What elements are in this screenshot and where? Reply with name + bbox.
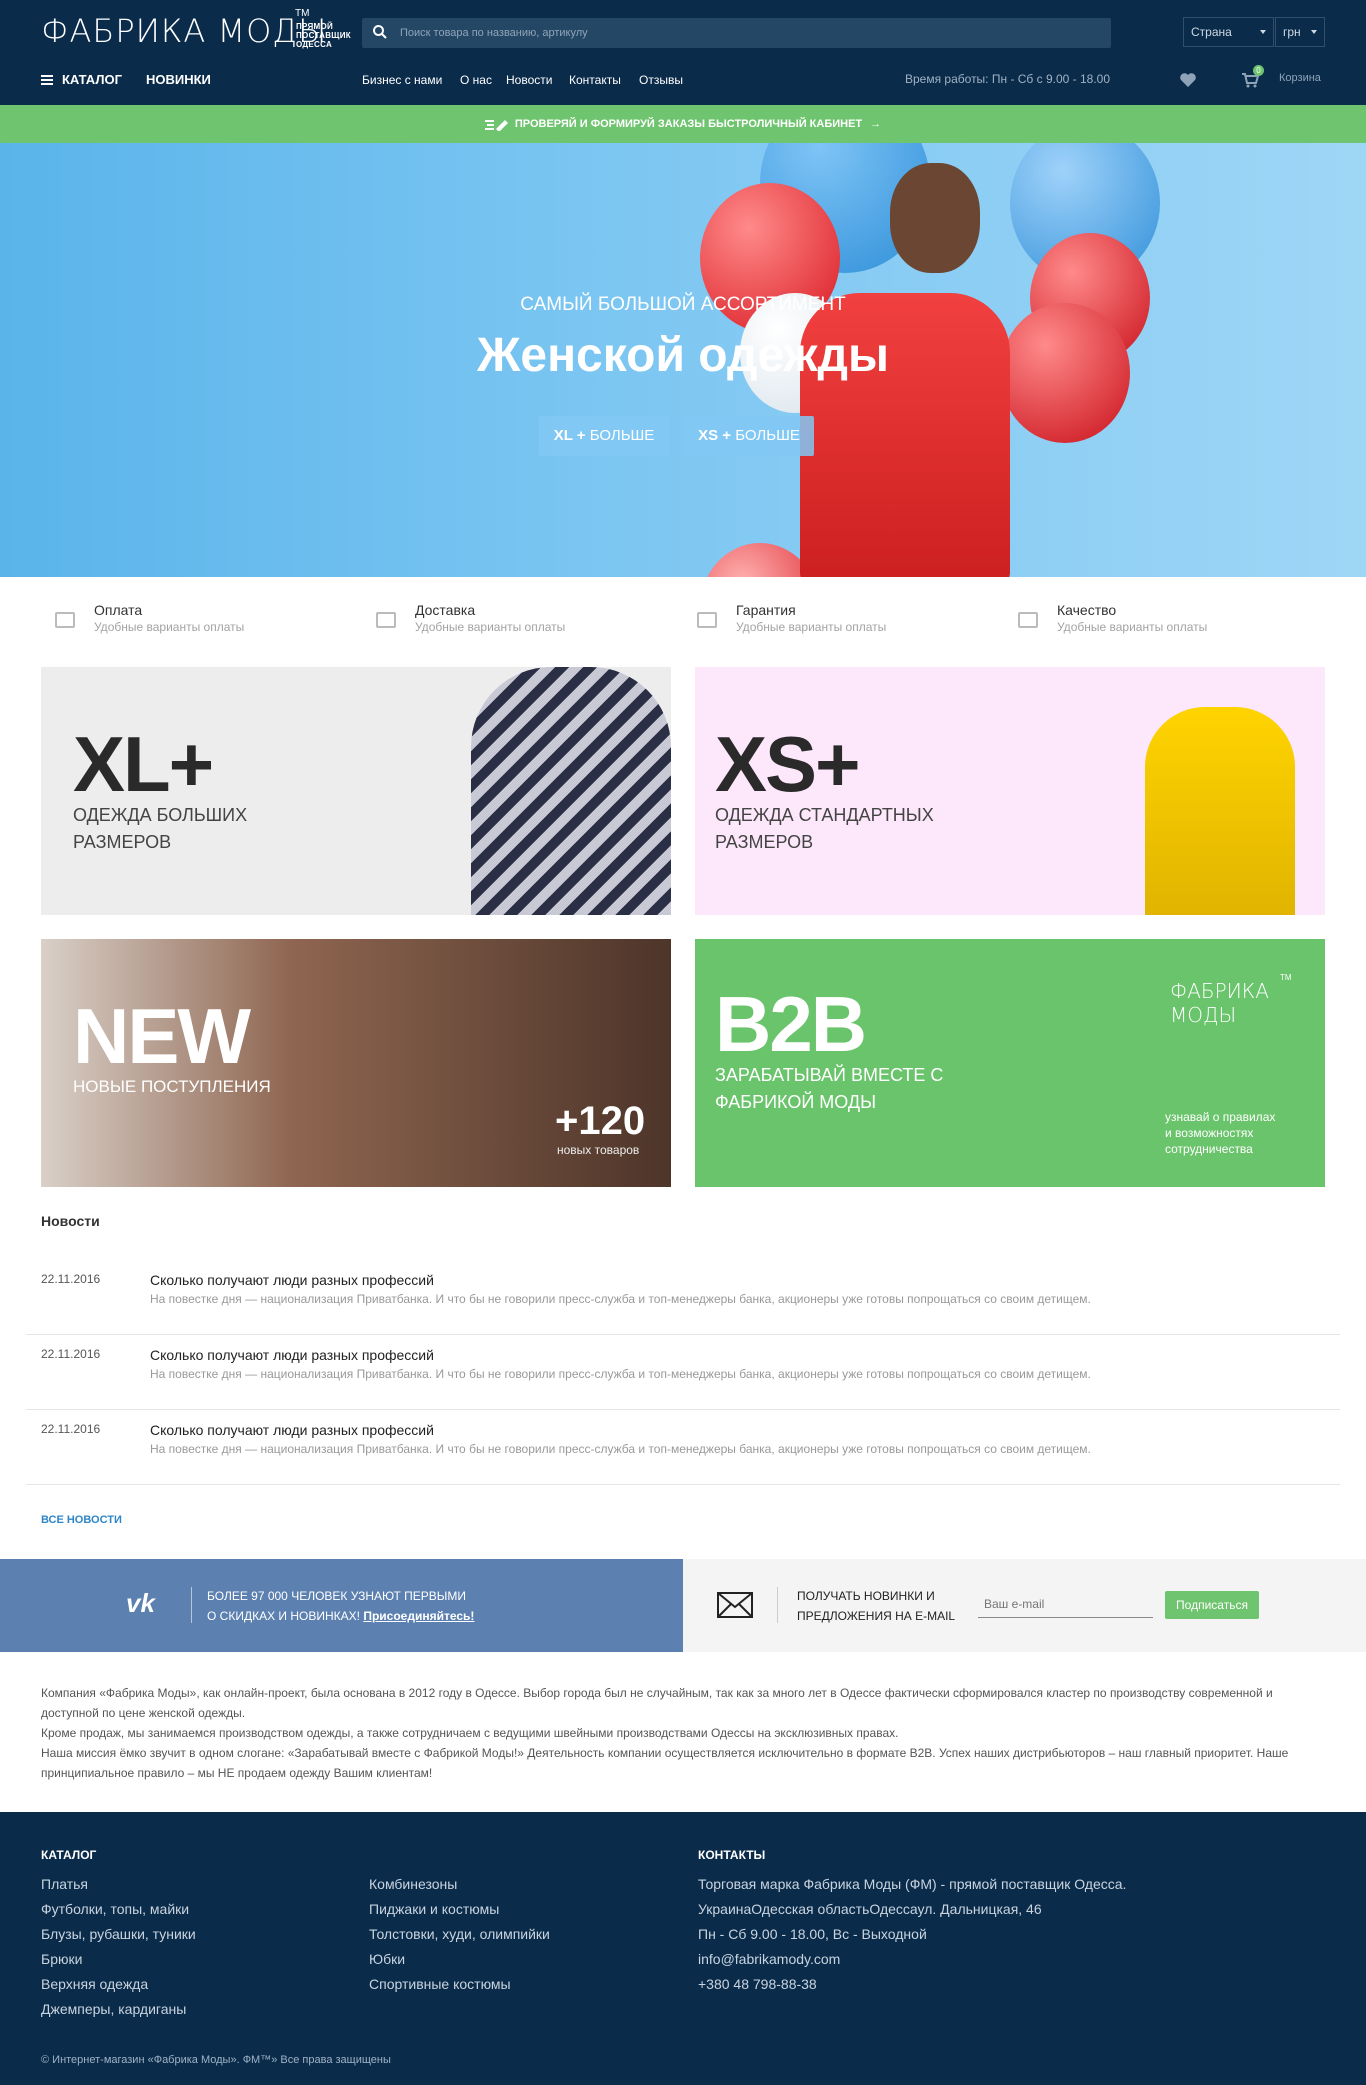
news-excerpt: На повестке дня — национализация Приватб… <box>150 1442 1091 1456</box>
news-title[interactable]: Сколько получают люди разных профессий <box>150 1272 434 1288</box>
all-news-link[interactable]: ВСЕ НОВОСТИ <box>41 1514 122 1526</box>
nav-reviews-link[interactable]: Отзывы <box>639 73 683 87</box>
footer-link[interactable]: Блузы, рубашки, туники <box>41 1922 196 1947</box>
menu-icon <box>41 75 53 85</box>
feature-delivery: Доставка Удобные варианты оплаты <box>362 600 662 640</box>
tile-new[interactable]: NEW НОВЫЕ ПОСТУПЛЕНИЯ +120 новых товаров <box>41 939 671 1187</box>
email-input[interactable] <box>978 1590 1153 1618</box>
footer-catalog-col2: Комбинезоны Пиджаки и костюмы Толстовки,… <box>369 1872 550 1997</box>
footer-link[interactable]: Футболки, топы, майки <box>41 1897 196 1922</box>
copyright: © Интернет-магазин «Фабрика Моды». ФМ™» … <box>41 2054 391 2066</box>
footer-catalog-col1: Платья Футболки, топы, майки Блузы, руба… <box>41 1872 196 2022</box>
footer-contacts-heading: КОНТАКТЫ <box>698 1848 766 1862</box>
footer-link[interactable]: Комбинезоны <box>369 1872 550 1897</box>
tile-xs-plus[interactable]: XS+ ОДЕЖДА СТАНДАРТНЫХ РАЗМЕРОВ <box>695 667 1325 915</box>
footer-link[interactable]: Юбки <box>369 1947 550 1972</box>
cart-icon <box>376 612 396 628</box>
vk-join-link[interactable]: Присоединяйтесь! <box>363 1609 474 1623</box>
news-excerpt: На повестке дня — национализация Приватб… <box>150 1367 1091 1381</box>
model-image <box>471 667 671 915</box>
new-arrivals-link[interactable]: НОВИНКИ <box>146 72 211 87</box>
divider <box>191 1587 192 1623</box>
logo-text: ФАБРИКА МОДЫ <box>41 12 328 50</box>
arrow-right-icon: → <box>870 118 882 130</box>
cabinet-link[interactable]: ЛИЧНЫЙ КАБИНЕТ <box>757 118 863 130</box>
model-image <box>1145 707 1295 915</box>
pencil-list-icon <box>484 120 508 133</box>
logo-tm: TM <box>295 8 310 19</box>
card-icon <box>55 612 75 628</box>
hero-xs-button[interactable]: XS + БОЛЬШЕ <box>684 416 814 456</box>
about-text: Компания «Фабрика Моды», как онлайн-прое… <box>41 1686 1289 1780</box>
nav-contacts-link[interactable]: Контакты <box>569 73 621 87</box>
nav-news-link[interactable]: Новости <box>506 73 552 87</box>
news-title[interactable]: Сколько получают люди разных профессий <box>150 1422 434 1438</box>
cart-count-badge: 0 <box>1253 65 1264 76</box>
schedule: Пн - Сб 9.00 - 18.00, Вс - Выходной <box>698 1926 927 1942</box>
news-date: 22.11.2016 <box>41 1422 101 1436</box>
footer-link[interactable]: Пиджаки и костюмы <box>369 1897 550 1922</box>
subscribe-button[interactable]: Подписаться <box>1165 1591 1259 1619</box>
footer-link[interactable]: Платья <box>41 1872 196 1897</box>
search-box <box>362 18 1111 48</box>
news-item[interactable]: 22.11.2016 Сколько получают люди разных … <box>26 1410 1340 1485</box>
nav-business-link[interactable]: Бизнес с нами <box>362 73 442 87</box>
footer-catalog-heading: КАТАЛОГ <box>41 1848 97 1862</box>
footer-link[interactable]: Брюки <box>41 1947 196 1972</box>
nav-about-link[interactable]: О нас <box>460 73 492 87</box>
country-select[interactable]: Страна <box>1183 17 1274 47</box>
chevron-down-icon <box>1260 30 1266 34</box>
b2b-logo: ФАБРИКА МОДЫ <box>1170 979 1269 1027</box>
news-excerpt: На повестке дня — национализация Приватб… <box>150 1292 1091 1306</box>
phone-link[interactable]: +380 48 798-88-38 <box>698 1972 1126 1997</box>
logo[interactable]: ФАБРИКА МОДЫ TM ПРЯМОЙ ПОСТАВЩИК ОДЕССА <box>41 8 351 54</box>
feature-payment: Оплата Удобные варианты оплаты <box>41 600 341 640</box>
address: УкраинаОдесская областьОдессаул. Дальниц… <box>698 1901 1042 1917</box>
site-footer: КАТАЛОГ Платья Футболки, топы, майки Блу… <box>0 1812 1366 2085</box>
news-title[interactable]: Сколько получают люди разных профессий <box>150 1347 434 1363</box>
promo-bar[interactable]: ПРОВЕРЯЙ И ФОРМИРУЙ ЗАКАЗЫ БЫСТРОЛИЧНЫЙ … <box>0 105 1366 143</box>
cart-label[interactable]: Корзина <box>1279 72 1321 84</box>
feature-guarantee: Гарантия Удобные варианты оплаты <box>683 600 983 640</box>
tshirt-icon <box>1018 612 1038 628</box>
chevron-down-icon <box>1311 30 1317 34</box>
email-subscribe-block: ПОЛУЧАТЬ НОВИНКИ И ПРЕДЛОЖЕНИЯ НА E-MAIL … <box>683 1559 1366 1652</box>
search-icon[interactable] <box>372 24 388 40</box>
heart-icon[interactable] <box>1179 72 1197 88</box>
company-info: Торговая марка Фабрика Моды (ФМ) - прямо… <box>698 1876 1127 1892</box>
tile-b2b[interactable]: B2B ЗАРАБАТЫВАЙ ВМЕСТЕ С ФАБРИКОЙ МОДЫ ФА… <box>695 939 1325 1187</box>
news-date: 22.11.2016 <box>41 1272 101 1286</box>
footer-link[interactable]: Джемперы, кардиганы <box>41 1997 196 2022</box>
site-header: ФАБРИКА МОДЫ TM ПРЯМОЙПОСТАВЩИКОДЕССА Ст… <box>0 0 1366 105</box>
logo-tagline: ПРЯМОЙ ПОСТАВЩИК ОДЕССА <box>296 22 351 49</box>
footer-contacts: Торговая марка Фабрика Моды (ФМ) - прямо… <box>698 1872 1126 1997</box>
hero-subtitle: САМЫЙ БОЛЬШОЙ АССОРТИМЕНТ <box>520 294 846 315</box>
working-hours: Время работы: Пн - Сб с 9.00 - 18.00 <box>905 72 1111 86</box>
footer-link[interactable]: Спортивные костюмы <box>369 1972 550 1997</box>
feature-quality: Качество Удобные варианты оплаты <box>1004 600 1304 640</box>
vk-icon[interactable]: vk <box>126 1588 155 1619</box>
footer-link[interactable]: Толстовки, худи, олимпийки <box>369 1922 550 1947</box>
email-link[interactable]: info@fabrikamody.com <box>698 1947 1126 1972</box>
footer-link[interactable]: Верхняя одежда <box>41 1972 196 1997</box>
news-item[interactable]: 22.11.2016 Сколько получают люди разных … <box>26 1260 1340 1335</box>
news-item[interactable]: 22.11.2016 Сколько получают люди разных … <box>26 1335 1340 1410</box>
hero-xl-button[interactable]: XL + БОЛЬШЕ <box>539 416 669 456</box>
news-date: 22.11.2016 <box>41 1347 101 1361</box>
promo-text: ПРОВЕРЯЙ И ФОРМИРУЙ ЗАКАЗЫ БЫСТРО <box>514 118 757 130</box>
currency-select[interactable]: грн <box>1275 17 1325 47</box>
news-heading: Новости <box>41 1213 100 1229</box>
divider <box>777 1587 778 1623</box>
document-icon <box>697 612 717 628</box>
catalog-label: КАТАЛОГ <box>62 72 122 87</box>
envelope-icon <box>717 1592 753 1618</box>
tile-xl-plus[interactable]: XL+ ОДЕЖДА БОЛЬШИХ РАЗМЕРОВ <box>41 667 671 915</box>
search-input[interactable] <box>400 18 1100 48</box>
model-head-image <box>890 163 980 273</box>
hero-title: Женской одежды <box>476 329 890 382</box>
vk-subscribe-block: vk БОЛЕЕ 97 000 ЧЕЛОВЕК УЗНАЮТ ПЕРВЫМИ О … <box>0 1559 683 1652</box>
